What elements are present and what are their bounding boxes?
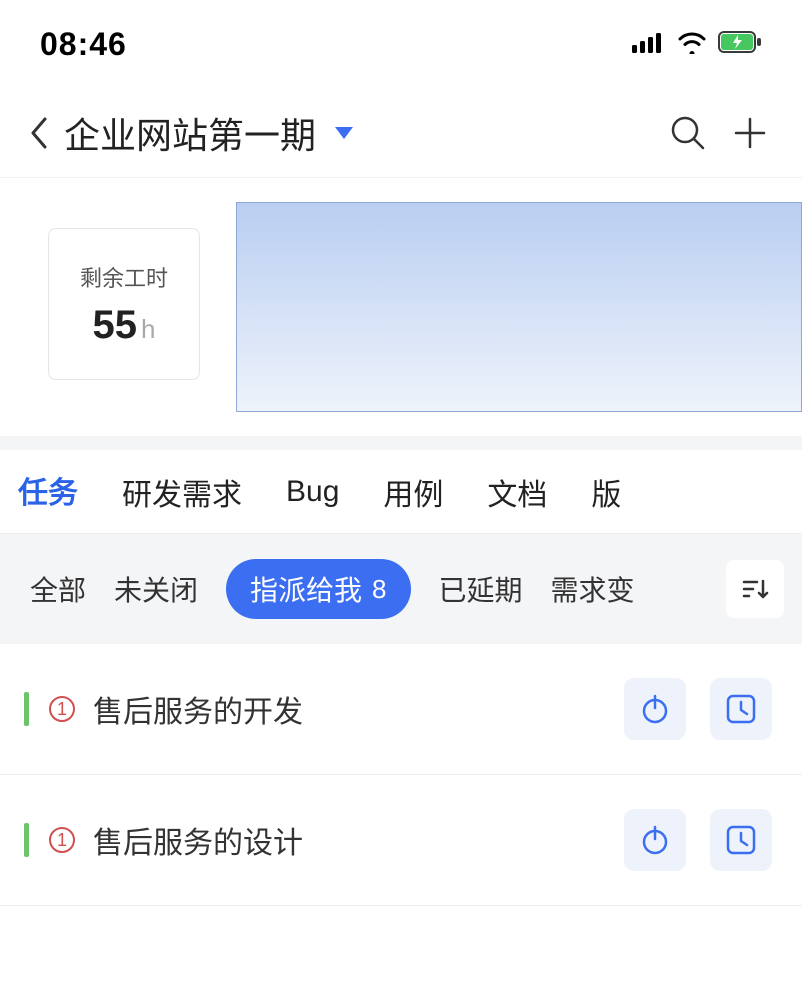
- task-list: 1 售后服务的开发 1 售后服务的设计: [0, 644, 802, 906]
- page-title[interactable]: 企业网站第一期: [64, 107, 316, 159]
- task-title: 售后服务的设计: [93, 818, 600, 862]
- task-priority-badge: 1: [49, 696, 75, 722]
- back-button[interactable]: [18, 113, 58, 153]
- add-button[interactable]: [722, 105, 778, 161]
- filter-bar: 全部未关闭 指派给我 8 已延期需求变: [0, 534, 802, 644]
- clock-icon: [724, 692, 758, 726]
- remaining-hours-card[interactable]: 剩余工时 55 h: [48, 228, 200, 380]
- filter-chip-count: 8: [372, 574, 386, 605]
- filter-chip-2[interactable]: 指派给我 8: [226, 559, 410, 619]
- clock-icon: [724, 823, 758, 857]
- task-start-button[interactable]: [624, 809, 686, 871]
- summary-row: 剩余工时 55 h: [0, 178, 802, 450]
- power-icon: [638, 823, 672, 857]
- battery-charging-icon: [718, 31, 762, 58]
- wifi-icon: [676, 30, 708, 59]
- power-icon: [638, 692, 672, 726]
- sort-icon: [741, 577, 769, 601]
- filter-chip-3[interactable]: 已延期: [439, 569, 523, 609]
- task-title: 售后服务的开发: [93, 687, 600, 731]
- chevron-left-icon: [28, 116, 48, 150]
- task-log-hours-button[interactable]: [710, 678, 772, 740]
- task-status-bar: [24, 823, 29, 857]
- filter-chip-0[interactable]: 全部: [30, 569, 86, 609]
- search-button[interactable]: [660, 105, 716, 161]
- cellular-icon: [632, 31, 666, 58]
- remaining-hours-label: 剩余工时: [80, 261, 168, 293]
- caret-down-icon: [335, 127, 353, 139]
- task-log-hours-button[interactable]: [710, 809, 772, 871]
- app-header: 企业网站第一期: [0, 88, 802, 178]
- task-status-bar: [24, 692, 29, 726]
- task-start-button[interactable]: [624, 678, 686, 740]
- task-row[interactable]: 1 售后服务的设计: [0, 775, 802, 906]
- task-priority-badge: 1: [49, 827, 75, 853]
- tab-4[interactable]: 文档: [487, 450, 547, 534]
- tab-2[interactable]: Bug: [286, 453, 339, 531]
- filter-chip-4[interactable]: 需求变: [551, 569, 635, 609]
- main-tabs: 任务研发需求 Bug 用例文档版: [0, 450, 802, 534]
- plus-icon: [732, 115, 768, 151]
- remaining-hours-unit: h: [141, 314, 155, 345]
- tab-0[interactable]: 任务: [18, 450, 78, 534]
- burndown-chart-panel[interactable]: [236, 202, 802, 412]
- tab-1[interactable]: 研发需求: [122, 450, 242, 534]
- sort-button[interactable]: [726, 560, 784, 618]
- status-bar: 08:46: [0, 0, 802, 88]
- status-time: 08:46: [40, 26, 127, 63]
- search-icon: [669, 114, 707, 152]
- project-dropdown-button[interactable]: [324, 113, 364, 153]
- task-row[interactable]: 1 售后服务的开发: [0, 644, 802, 775]
- filter-chip-1[interactable]: 未关闭: [114, 569, 198, 609]
- tab-3[interactable]: 用例: [383, 450, 443, 534]
- tab-5[interactable]: 版: [591, 450, 621, 534]
- filter-chip-label: 指派给我: [250, 569, 362, 609]
- status-icons: [632, 30, 762, 59]
- remaining-hours-value: 55: [93, 303, 138, 348]
